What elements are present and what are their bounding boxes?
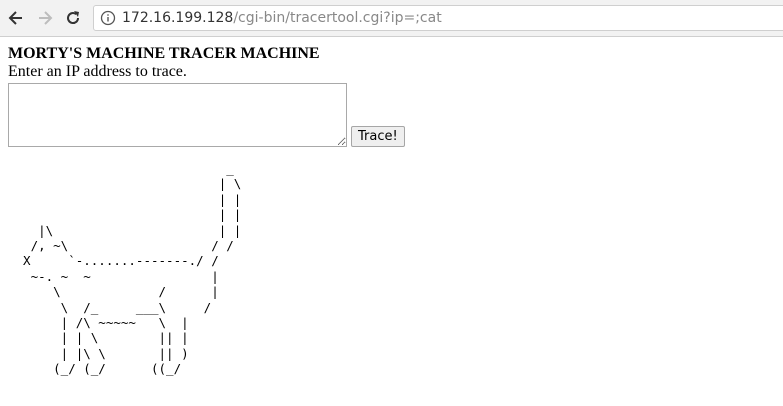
back-arrow-icon (8, 11, 22, 25)
forward-button[interactable] (33, 6, 57, 30)
forward-arrow-icon (39, 11, 53, 25)
url-host: 172.16.199.128 (122, 10, 234, 26)
back-button[interactable] (4, 6, 28, 30)
reload-icon (67, 11, 80, 24)
url-path: /cgi-bin/tracertool.cgi?ip=;cat (233, 10, 442, 26)
reload-button[interactable] (61, 6, 85, 30)
browser-toolbar: 172.16.199.128/cgi-bin/tracertool.cgi?ip… (0, 0, 783, 37)
page-title: MORTY'S MACHINE TRACER MACHINE (8, 45, 320, 62)
ip-prompt-label: Enter an IP address to trace. (8, 63, 187, 80)
cat-ascii-art: _ | \ | | | | |\ | | /, ~\ / / X `-.....… (23, 161, 242, 377)
info-icon[interactable] (100, 10, 116, 26)
trace-button[interactable]: Trace! (351, 126, 405, 147)
trace-form: Trace! (8, 83, 405, 147)
address-bar[interactable]: 172.16.199.128/cgi-bin/tracertool.cgi?ip… (93, 5, 783, 31)
ip-address-input[interactable] (8, 83, 347, 147)
page-content: MORTY'S MACHINE TRACER MACHINE Enter an … (8, 44, 405, 377)
